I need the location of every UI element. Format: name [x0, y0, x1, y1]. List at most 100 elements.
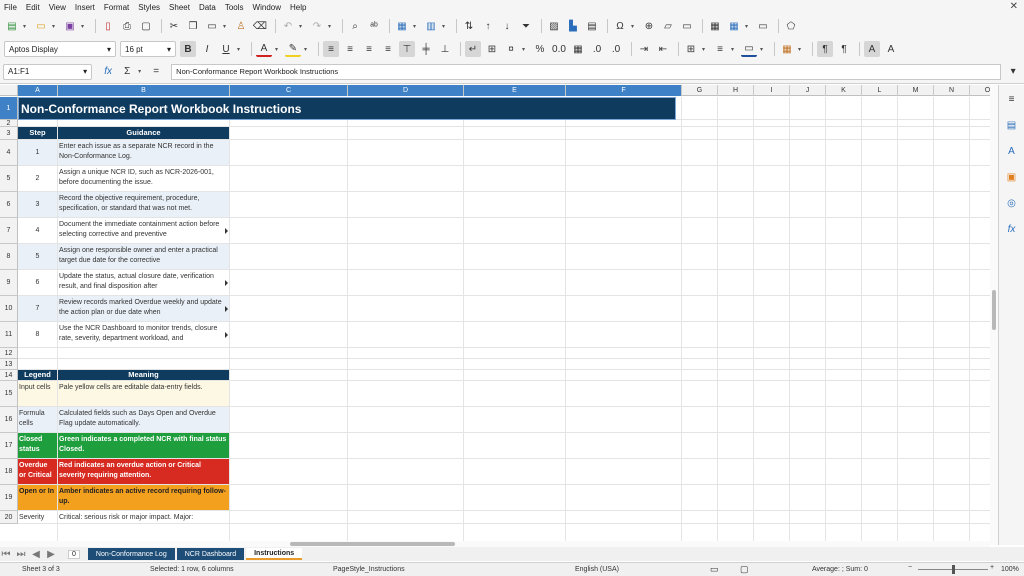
menu-icon[interactable]: ≡ [1004, 91, 1020, 107]
delete-decimal-icon[interactable]: .0 [608, 41, 624, 57]
sum-dropdown-icon[interactable]: ▾ [138, 68, 146, 75]
new-document-icon[interactable]: ▤ [4, 18, 20, 34]
decrease-indent-icon[interactable]: ⇤ [655, 41, 671, 57]
conditional-format-dropdown-icon[interactable]: ▾ [798, 46, 806, 53]
expand-formula-bar-icon[interactable]: ▾ [1005, 64, 1021, 80]
font-color-icon[interactable]: A [256, 41, 272, 57]
freeze-rows-columns-icon[interactable]: ▦ [726, 18, 742, 34]
next-sheet-icon[interactable]: ▶ [45, 546, 57, 562]
vertical-scroll-thumb[interactable] [992, 290, 996, 330]
border-color-icon[interactable]: ▭ [741, 41, 757, 57]
hyperlink-icon[interactable]: ⊕ [641, 18, 657, 34]
name-box[interactable]: A1:F1 ▾ [3, 63, 93, 80]
text-direction-ttb-icon[interactable]: A [883, 41, 899, 57]
zoom-in-icon[interactable]: + [990, 564, 994, 571]
save-dropdown-icon[interactable]: ▾ [81, 23, 89, 30]
align-bottom-icon[interactable]: ⊥ [437, 41, 453, 57]
undo-icon[interactable]: ↶ [280, 18, 296, 34]
menu-help[interactable]: Help [290, 3, 306, 12]
row-header-18[interactable]: 18 [0, 459, 18, 485]
step-number[interactable]: 3 [18, 192, 57, 217]
underline-icon[interactable]: U [218, 41, 234, 57]
font-name-combo[interactable]: Aptos Display ▾ [4, 41, 116, 57]
row-header-3[interactable]: 3 [0, 127, 18, 140]
legend-meaning[interactable]: Red indicates an overdue action or Criti… [58, 459, 229, 484]
clear-formatting-icon[interactable]: ⌫ [252, 18, 268, 34]
step-guidance[interactable]: Assign one responsible owner and enter a… [58, 244, 229, 269]
sheet-title[interactable]: Non-Conformance Report Workbook Instruct… [18, 97, 676, 120]
column-header-d[interactable]: D [348, 85, 464, 96]
spelling-icon[interactable]: ᵃᵇ [366, 18, 382, 34]
column-header-g[interactable]: G [682, 85, 718, 96]
formula-input[interactable]: Non-Conformance Report Workbook Instruct… [171, 63, 1002, 80]
menu-view[interactable]: View [49, 3, 66, 12]
row-dropdown-icon[interactable]: ▾ [413, 23, 421, 30]
legend-meaning[interactable]: Pale yellow cells are editable data-entr… [58, 381, 229, 406]
legend-label[interactable]: Open or In [18, 485, 57, 510]
wrap-text-icon[interactable]: ↵ [465, 41, 481, 57]
menu-insert[interactable]: Insert [75, 3, 95, 12]
legend-meaning[interactable]: Critical: serious risk or major impact. … [58, 511, 229, 523]
add-sheet-button[interactable]: 0 [68, 549, 80, 559]
row-header-13[interactable]: 13 [0, 359, 18, 370]
legend-label[interactable]: Input cells [18, 381, 57, 406]
gallery-icon[interactable]: ▣ [1004, 169, 1020, 185]
number-format-icon[interactable]: 0.0 [551, 41, 567, 57]
row-header-9[interactable]: 9 [0, 270, 18, 296]
selection-mode-icon[interactable]: ▭ [710, 564, 719, 575]
column-dropdown-icon[interactable]: ▾ [442, 23, 450, 30]
add-decimal-icon[interactable]: .0 [589, 41, 605, 57]
column-header-o[interactable]: O [970, 85, 990, 96]
legend-meaning[interactable]: Green indicates a completed NCR with fin… [58, 433, 229, 458]
row-icon[interactable]: ▦ [394, 18, 410, 34]
properties-icon[interactable]: ▤ [1004, 117, 1020, 133]
redo-dropdown-icon[interactable]: ▾ [328, 23, 336, 30]
increase-indent-icon[interactable]: ⇥ [636, 41, 652, 57]
special-character-icon[interactable]: Ω [612, 18, 628, 34]
date-format-icon[interactable]: ▦ [570, 41, 586, 57]
sheet-tab-instructions[interactable]: Instructions [246, 548, 303, 560]
show-draw-functions-icon[interactable]: ⬠ [783, 18, 799, 34]
column-header-e[interactable]: E [464, 85, 566, 96]
zoom-slider-thumb[interactable] [952, 565, 955, 574]
align-center-icon[interactable]: ≡ [342, 41, 358, 57]
functions-icon[interactable]: fx [1004, 221, 1020, 237]
menu-file[interactable]: File [4, 3, 17, 12]
sort-icon[interactable]: ⇅ [461, 18, 477, 34]
cut-icon[interactable]: ✂ [166, 18, 182, 34]
clone-formatting-icon[interactable]: ♙ [233, 18, 249, 34]
column-header-h[interactable]: H [718, 85, 754, 96]
step-number[interactable]: 2 [18, 166, 57, 191]
menu-data[interactable]: Data [199, 3, 216, 12]
row-header-7[interactable]: 7 [0, 218, 18, 244]
step-guidance[interactable]: Record the objective requirement, proced… [58, 192, 229, 217]
open-folder-icon[interactable]: ▭ [33, 18, 49, 34]
row-header-20[interactable]: 20 [0, 511, 18, 524]
column-header-n[interactable]: N [934, 85, 970, 96]
center-vertically-icon[interactable]: ╪ [418, 41, 434, 57]
currency-format-icon[interactable]: ¤ [503, 41, 519, 57]
row-header-17[interactable]: 17 [0, 433, 18, 459]
left-to-right-icon[interactable]: ¶ [817, 41, 833, 57]
step-guidance[interactable]: Update the status, actual closure date, … [58, 270, 229, 295]
borders-icon[interactable]: ⊞ [683, 41, 699, 57]
borders-dropdown-icon[interactable]: ▾ [702, 46, 710, 53]
sort-descending-icon[interactable]: ↓ [499, 18, 515, 34]
row-header-11[interactable]: 11 [0, 322, 18, 348]
formula-icon[interactable]: = [148, 64, 164, 80]
column-header-f[interactable]: F [566, 85, 682, 96]
split-window-icon[interactable]: ▭ [755, 18, 771, 34]
select-all-corner[interactable] [0, 85, 18, 96]
menu-window[interactable]: Window [253, 3, 281, 12]
step-guidance[interactable]: Use the NCR Dashboard to monitor trends,… [58, 322, 229, 347]
new-dropdown-icon[interactable]: ▾ [23, 23, 31, 30]
underline-dropdown-icon[interactable]: ▾ [237, 46, 245, 53]
row-header-1[interactable]: 1 [0, 97, 18, 120]
italic-icon[interactable]: I [199, 41, 215, 57]
font-color-dropdown-icon[interactable]: ▾ [275, 46, 283, 53]
conditional-format-icon[interactable]: ▦ [779, 41, 795, 57]
sheet-tab-ncr-dashboard[interactable]: NCR Dashboard [176, 548, 245, 560]
step-number[interactable]: 6 [18, 270, 57, 295]
status-language[interactable]: English (USA) [575, 566, 619, 573]
row-header-2[interactable]: 2 [0, 120, 18, 127]
